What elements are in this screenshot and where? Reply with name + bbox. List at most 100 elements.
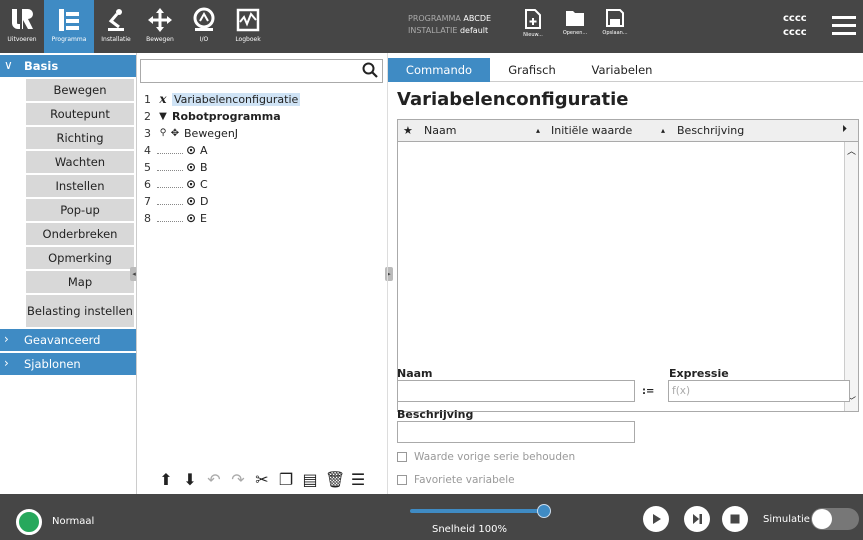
sort-icon[interactable]: ▴ — [536, 126, 540, 135]
step-button[interactable] — [684, 506, 710, 532]
column-toggle-icon[interactable]: ⏵ — [842, 124, 847, 135]
speed-slider-track[interactable] — [410, 509, 546, 513]
chevron-right-icon: › — [4, 356, 9, 370]
installation-name: default — [459, 26, 489, 35]
speed-label: Snelheid 100% — [432, 524, 507, 535]
keep-value-checkbox[interactable]: Waarde vorige serie behouden — [397, 451, 575, 463]
category-basis[interactable]: ∨ Basis — [0, 55, 136, 77]
tab-grafisch[interactable]: Grafisch — [490, 58, 574, 82]
node-belasting-instellen[interactable]: Belasting instellen — [26, 295, 134, 327]
column-header-description[interactable]: Beschrijving — [677, 124, 744, 137]
favorite-column-star-icon[interactable]: ★ — [403, 124, 413, 137]
favorite-variable-checkbox[interactable]: Favoriete variabele — [397, 474, 515, 486]
collapse-icon[interactable]: ▼ — [157, 111, 169, 122]
sort-icon[interactable]: ▴ — [661, 126, 665, 135]
column-header-name[interactable]: Naam — [424, 124, 456, 137]
node-instellen[interactable]: Instellen — [26, 175, 134, 197]
checkbox-box[interactable] — [397, 475, 407, 485]
nav-run-button[interactable]: Uitvoeren — [0, 0, 44, 53]
variables-table[interactable]: ★ Naam ▴ Initiële waarde ▴ Beschrijving … — [397, 119, 859, 412]
tree-row[interactable]: 3 ⚲ ✥ BewegenJ — [137, 125, 238, 141]
move-up-icon[interactable]: ⬆ — [157, 470, 175, 489]
tree-toolbar: ⬆ ⬇ ↶ ↷ ✂ ❐ ▤ 🗑 ☰ — [137, 464, 387, 494]
user-line-2: cccc — [783, 27, 807, 38]
tree-search-input[interactable] — [140, 59, 383, 83]
log-icon — [236, 8, 260, 32]
tab-commando[interactable]: Commando — [388, 58, 490, 82]
hamburger-menu-icon[interactable] — [832, 14, 856, 36]
tree-row[interactable]: 5 ⊙ B — [137, 159, 208, 175]
move-down-icon[interactable]: ⬇ — [181, 470, 199, 489]
open-file-button[interactable]: Openen... — [558, 0, 592, 53]
new-file-button[interactable]: Nieuw... — [518, 0, 548, 53]
tree-row[interactable]: 7 ⊙ D — [137, 193, 208, 209]
nav-program-label: Programma — [51, 36, 87, 43]
line-number: 4 — [144, 143, 151, 157]
speed-slider-handle[interactable] — [537, 504, 551, 518]
expression-label: Expressie — [669, 367, 729, 380]
line-number: 5 — [144, 160, 151, 174]
collapse-pin-icon[interactable]: ⚲ — [157, 128, 169, 138]
program-name: ABCDE — [463, 14, 492, 23]
node-map[interactable]: Map — [26, 271, 134, 293]
waypoint-icon: ⊙ — [185, 177, 197, 191]
node-popup[interactable]: Pop-up — [26, 199, 134, 221]
description-label: Beschrijving — [397, 408, 474, 421]
category-sjablonen[interactable]: › Sjablonen — [0, 353, 136, 375]
nav-move-button[interactable]: Bewegen — [138, 0, 182, 53]
nav-program-button[interactable]: Programma — [44, 0, 94, 53]
cut-icon[interactable]: ✂ — [253, 470, 271, 489]
save-file-button[interactable]: Opslaan... — [598, 0, 632, 53]
tree-row[interactable]: 8 ⊙ E — [137, 210, 207, 226]
tree-row[interactable]: 4 ⊙ A — [137, 142, 208, 158]
tree-row[interactable]: 6 ⊙ C — [137, 176, 208, 192]
io-icon — [193, 7, 215, 31]
power-status-icon[interactable] — [16, 509, 42, 535]
description-input[interactable] — [397, 421, 635, 443]
line-number: 7 — [144, 194, 151, 208]
user-line-1: cccc — [783, 13, 807, 24]
checkbox-box[interactable] — [397, 452, 407, 462]
scroll-up-icon[interactable]: ︿ — [847, 144, 856, 157]
node-opmerking[interactable]: Opmerking — [26, 247, 134, 269]
copy-icon[interactable]: ❐ — [277, 470, 295, 489]
nav-io-button[interactable]: I/O — [182, 0, 226, 53]
tab-variabelen[interactable]: Variabelen — [574, 58, 670, 82]
robot-status-text: Normaal — [52, 516, 95, 527]
node-wachten[interactable]: Wachten — [26, 151, 134, 173]
node-richting[interactable]: Richting — [26, 127, 134, 149]
save-file-label: Opslaan... — [602, 30, 628, 36]
folder-icon — [566, 11, 584, 26]
tree-row[interactable]: 1 x Variabelenconfiguratie — [137, 91, 301, 107]
tree-row[interactable]: 2 ▼ Robotprogramma — [137, 108, 281, 124]
redo-icon[interactable]: ↷ — [229, 470, 247, 489]
node-category-panel: ∨ Basis Bewegen Routepunt Richting Wacht… — [0, 53, 136, 494]
assign-symbol: := — [642, 386, 655, 397]
node-onderbreken[interactable]: Onderbreken — [26, 223, 134, 245]
name-input[interactable] — [397, 380, 635, 402]
waypoint-icon: ⊙ — [185, 143, 197, 157]
category-geavanceerd[interactable]: › Geavanceerd — [0, 329, 136, 351]
paste-icon[interactable]: ▤ — [301, 470, 319, 489]
node-routepunt[interactable]: Routepunt — [26, 103, 134, 125]
stop-icon — [730, 514, 740, 524]
undo-icon[interactable]: ↶ — [205, 470, 223, 489]
expression-input[interactable]: f(x) — [668, 380, 850, 402]
ur-logo-icon — [12, 9, 33, 29]
play-icon — [653, 514, 661, 524]
suppress-icon[interactable]: ☰ — [349, 470, 367, 489]
node-bewegen[interactable]: Bewegen — [26, 79, 134, 101]
play-button[interactable] — [643, 506, 669, 532]
nav-log-button[interactable]: Logboek — [226, 0, 270, 53]
table-scrollbar[interactable]: ︿ ﹀ — [844, 142, 858, 411]
column-header-initial-value[interactable]: Initiële waarde — [551, 124, 632, 137]
simulation-toggle[interactable] — [811, 508, 859, 530]
category-basis-label: Basis — [24, 59, 59, 73]
save-icon — [606, 9, 624, 27]
basis-node-list: Bewegen Routepunt Richting Wachten Inste… — [0, 79, 136, 327]
line-number: 1 — [144, 92, 151, 106]
delete-icon[interactable]: 🗑 — [325, 470, 345, 489]
stop-button[interactable] — [722, 506, 748, 532]
move-icon: ✥ — [170, 127, 180, 139]
nav-installation-button[interactable]: Installatie — [94, 0, 138, 53]
